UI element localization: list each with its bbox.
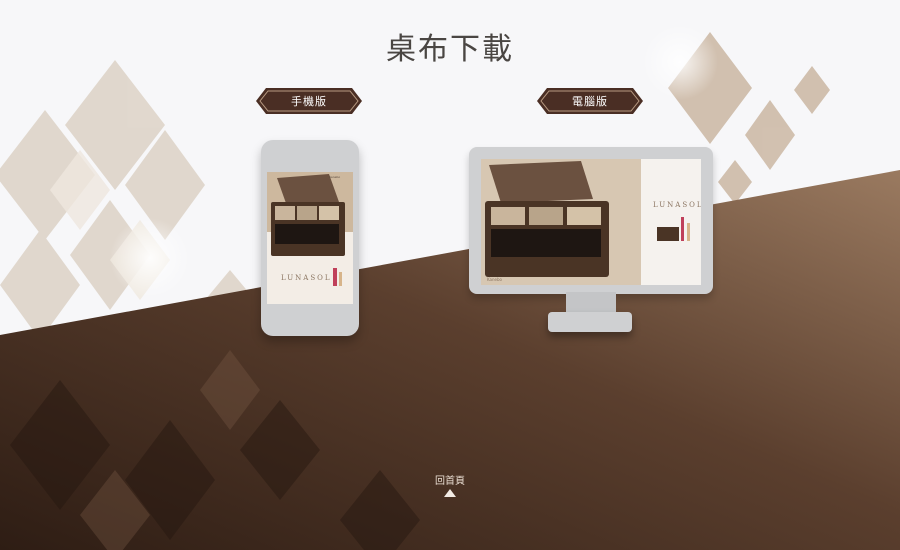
desktop-version-label: 電腦版 <box>572 95 608 108</box>
small-brand: Kanebo <box>487 277 503 282</box>
wallpaper-image: LUNASOL Kanebo <box>267 172 353 304</box>
brand-logo: LUNASOL <box>653 201 701 209</box>
mobile-version-button[interactable]: 手機版 <box>256 88 362 114</box>
mobile-wallpaper-preview[interactable]: LUNASOL Kanebo <box>261 140 359 336</box>
back-home-label: 回首頁 <box>435 476 465 487</box>
monitor-screen: LUNASOL Kanebo <box>481 159 701 285</box>
background <box>0 0 900 550</box>
wallpaper-image: LUNASOL Kanebo <box>481 159 701 285</box>
desktop-wallpaper-preview[interactable]: LUNASOL Kanebo <box>469 147 713 294</box>
desktop-version-button[interactable]: 電腦版 <box>537 88 643 114</box>
brand-logo: LUNASOL <box>281 274 332 282</box>
triangle-up-icon <box>444 489 456 497</box>
small-brand: Kanebo <box>329 175 340 179</box>
phone-screen: LUNASOL Kanebo <box>267 172 353 304</box>
back-home-link[interactable]: 回首頁 <box>420 472 480 497</box>
mobile-version-label: 手機版 <box>291 95 327 108</box>
monitor-stand-base <box>548 312 632 332</box>
page-title: 桌布下載 <box>386 32 514 68</box>
monitor-stand-neck <box>566 292 616 314</box>
